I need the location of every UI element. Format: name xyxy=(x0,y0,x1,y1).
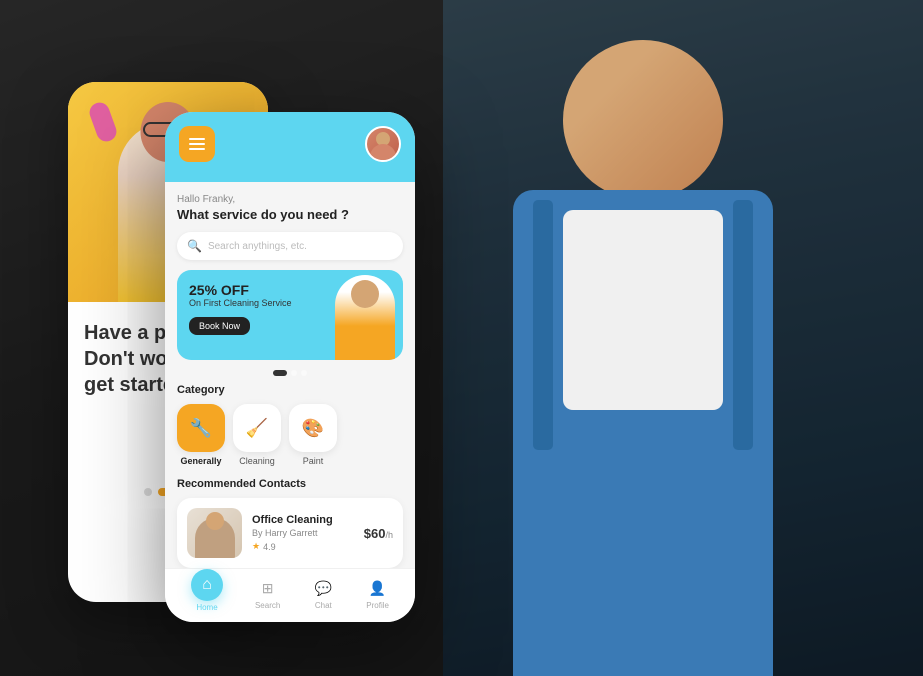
banner-dot-2 xyxy=(291,370,297,376)
promo-banner: 25% OFF On First Cleaning Service Book N… xyxy=(177,270,403,360)
banner-person xyxy=(335,275,395,360)
banner-dot-1 xyxy=(273,370,287,376)
rec-price: $60/h xyxy=(364,526,393,541)
banner-dots xyxy=(177,370,403,376)
banner-dot-3 xyxy=(301,370,307,376)
phone-header xyxy=(165,112,415,182)
category-item-generally[interactable]: 🔧 Generally xyxy=(177,404,225,466)
avatar[interactable] xyxy=(365,126,401,162)
menu-line-1 xyxy=(189,138,205,140)
category-title: Category xyxy=(177,384,403,396)
bottom-nav: ⌂ Home ⊞ Search 💬 Chat 👤 Profile xyxy=(165,568,415,622)
nav-label-chat: Chat xyxy=(315,601,332,610)
rec-title: Office Cleaning xyxy=(252,514,354,526)
menu-button[interactable] xyxy=(179,126,215,162)
rec-rating-value: 4.9 xyxy=(263,542,276,552)
nav-item-search[interactable]: ⊞ Search xyxy=(255,577,280,612)
search-bar[interactable]: 🔍 Search anythings, etc. xyxy=(177,232,403,260)
home-icon: ⌂ xyxy=(191,569,223,601)
category-label-generally: Generally xyxy=(180,456,221,466)
nav-item-profile[interactable]: 👤 Profile xyxy=(366,577,389,612)
search-icon: 🔍 xyxy=(187,239,202,253)
recommended-title: Recommended Contacts xyxy=(177,478,403,490)
handyman-shirt xyxy=(563,210,723,410)
category-label-cleaning: Cleaning xyxy=(239,456,275,466)
dot-1 xyxy=(144,488,152,496)
nav-item-home[interactable]: ⌂ Home xyxy=(191,577,223,612)
nav-label-home: Home xyxy=(196,603,217,612)
category-icon-generally: 🔧 xyxy=(177,404,225,452)
nav-label-search: Search xyxy=(255,601,280,610)
phone-content: Hallo Franky, What service do you need ?… xyxy=(165,182,415,580)
category-list: 🔧 Generally 🧹 Cleaning 🎨 Paint xyxy=(177,404,403,466)
coverall-left xyxy=(733,200,753,450)
category-item-cleaning[interactable]: 🧹 Cleaning xyxy=(233,404,281,466)
rec-author: By Harry Garrett xyxy=(252,528,354,538)
search-placeholder: Search anythings, etc. xyxy=(208,241,307,252)
book-now-button[interactable]: Book Now xyxy=(189,317,250,335)
category-label-paint: Paint xyxy=(303,456,324,466)
recommended-card[interactable]: Office Cleaning By Harry Garrett ★ 4.9 $… xyxy=(177,498,403,568)
category-item-paint[interactable]: 🎨 Paint xyxy=(289,404,337,466)
rec-image xyxy=(187,508,242,558)
rec-info: Office Cleaning By Harry Garrett ★ 4.9 xyxy=(252,514,354,552)
nav-label-profile: Profile xyxy=(366,601,389,610)
category-icon-paint: 🎨 xyxy=(289,404,337,452)
handyman-head xyxy=(563,40,723,200)
rec-price-unit: /h xyxy=(385,530,393,540)
category-icon-cleaning: 🧹 xyxy=(233,404,281,452)
nav-item-chat[interactable]: 💬 Chat xyxy=(312,577,334,612)
search-nav-icon: ⊞ xyxy=(257,577,279,599)
front-phone-card: Hallo Franky, What service do you need ?… xyxy=(165,112,415,622)
coverall-right xyxy=(533,200,553,450)
profile-icon: 👤 xyxy=(367,577,389,599)
chat-icon: 💬 xyxy=(312,577,334,599)
rec-rating: ★ 4.9 xyxy=(252,541,354,552)
rec-price-value: $60 xyxy=(364,526,386,541)
greeting-main: What service do you need ? xyxy=(177,207,403,222)
menu-line-2 xyxy=(189,143,205,145)
menu-line-3 xyxy=(189,148,205,150)
greeting-sub: Hallo Franky, xyxy=(177,194,403,205)
